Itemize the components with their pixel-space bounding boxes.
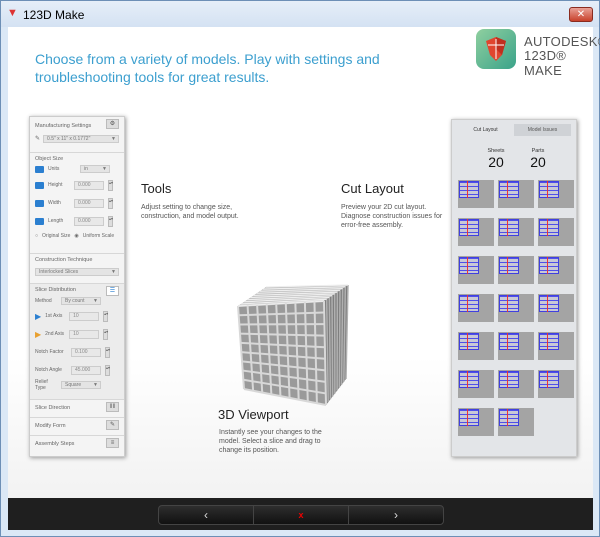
gear-icon[interactable]: ⚙ bbox=[106, 119, 119, 129]
cut-sheet-thumbnail[interactable] bbox=[458, 256, 494, 284]
cut-layout-panel-preview: Cut Layout Model Issues Sheets 20 Parts 20 bbox=[451, 119, 577, 457]
settings-panel-preview: Manufacturing Settings ⚙ ✎ 0.5" x 11" x 0… bbox=[29, 116, 125, 457]
technique-dropdown[interactable]: Interlocked Slices bbox=[35, 268, 119, 276]
units-label: Units bbox=[48, 166, 60, 172]
construction-technique-label: Construction Technique bbox=[35, 257, 93, 263]
viewport-description: Instantly see your changes to the model.… bbox=[219, 429, 322, 454]
length-icon bbox=[35, 217, 44, 225]
method-label: Method bbox=[35, 298, 52, 304]
length-input[interactable]: 0.000 bbox=[74, 216, 104, 226]
length-spinner[interactable]: ▴▾ bbox=[108, 215, 113, 227]
original-size-radio[interactable]: ○ bbox=[35, 233, 38, 239]
slice-direction-icon[interactable]: ‖‖ bbox=[106, 402, 119, 412]
units-dropdown[interactable]: in bbox=[80, 165, 110, 173]
next-button[interactable]: › bbox=[349, 506, 443, 524]
original-size-label: Original Size bbox=[42, 233, 71, 239]
pencil-icon[interactable]: ✎ bbox=[35, 135, 40, 143]
headline: Choose from a variety of models. Play wi… bbox=[35, 51, 380, 85]
cut-sheet-thumbnail[interactable] bbox=[458, 408, 494, 436]
notch-factor-label: Notch Factor bbox=[35, 349, 64, 355]
previous-button[interactable]: ‹ bbox=[159, 506, 254, 524]
app-logo bbox=[476, 29, 516, 69]
notch-factor-spinner[interactable]: ▴▾ bbox=[105, 346, 110, 358]
cut-layout-description: Preview your 2D cut layout. Diagnose con… bbox=[341, 204, 443, 229]
width-input[interactable]: 0.000 bbox=[74, 198, 104, 208]
brand-autodesk: AUTODESK® bbox=[524, 34, 600, 49]
modify-form-icon[interactable]: ✎ bbox=[106, 420, 119, 430]
method-dropdown[interactable]: By count bbox=[61, 297, 101, 305]
parts-count: 20 bbox=[530, 154, 546, 170]
cut-sheet-thumbnail[interactable] bbox=[538, 180, 574, 208]
app-window: ▼ 123D Make ✕ Choose from a variety of m… bbox=[0, 0, 600, 537]
sheet-size-dropdown[interactable]: 0.5" x 11" x 0.1772" bbox=[43, 135, 119, 143]
length-label: Length bbox=[48, 218, 64, 224]
cube-slice[interactable] bbox=[338, 290, 341, 388]
cut-sheet-thumbnail[interactable] bbox=[538, 218, 574, 246]
units-icon bbox=[35, 165, 44, 173]
welcome-content: Choose from a variety of models. Play wi… bbox=[8, 27, 600, 498]
cut-sheet-thumbnail[interactable] bbox=[538, 332, 574, 360]
cut-sheet-thumbnail[interactable] bbox=[498, 332, 534, 360]
cut-sheet-thumbnail[interactable] bbox=[498, 180, 534, 208]
cut-sheet-thumbnail[interactable] bbox=[498, 218, 534, 246]
relief-type-label: Relief Type bbox=[35, 379, 48, 391]
tab-model-issues[interactable]: Model Issues bbox=[514, 124, 571, 136]
sheets-count: 20 bbox=[488, 154, 504, 170]
axis1-flag-icon: ▶ bbox=[35, 311, 42, 321]
uniform-scale-radio[interactable]: ◉ bbox=[74, 233, 78, 239]
cut-sheet-thumbnail[interactable] bbox=[538, 256, 574, 284]
brand-123d-make: 123D® MAKE bbox=[524, 48, 567, 78]
height-input[interactable]: 0.000 bbox=[74, 180, 104, 190]
notch-factor-input[interactable]: 0.100 bbox=[71, 347, 101, 357]
uniform-scale-label: Uniform Scale bbox=[82, 233, 115, 239]
cube-model-preview bbox=[237, 284, 349, 406]
cut-sheet-thumbnail[interactable] bbox=[498, 256, 534, 284]
assembly-steps-icon[interactable]: ≡ bbox=[106, 438, 119, 448]
bottom-nav-bar: ‹ x › bbox=[8, 498, 593, 530]
cut-sheet-thumbnail[interactable] bbox=[538, 370, 574, 398]
tools-description: Adjust setting to change size, construct… bbox=[141, 204, 239, 220]
cut-sheet-thumbnail[interactable] bbox=[458, 218, 494, 246]
close-tour-button[interactable]: x bbox=[254, 506, 349, 524]
height-icon bbox=[35, 181, 44, 189]
height-spinner[interactable]: ▴▾ bbox=[108, 179, 113, 191]
width-label: Width bbox=[48, 200, 61, 206]
slice-distribution-icon[interactable]: ☰ bbox=[106, 286, 119, 296]
cut-sheet-thumbnail[interactable] bbox=[498, 294, 534, 322]
tab-cut-layout[interactable]: Cut Layout bbox=[457, 124, 514, 136]
height-label: Height bbox=[48, 182, 63, 188]
axis2-input[interactable]: 10 bbox=[69, 329, 100, 339]
axis1-spinner[interactable]: ▴▾ bbox=[103, 310, 108, 322]
cut-sheet-thumbnail[interactable] bbox=[458, 180, 494, 208]
relief-type-dropdown[interactable]: Square bbox=[61, 381, 101, 389]
axis2-spinner[interactable]: ▴▾ bbox=[103, 328, 108, 340]
app-icon: ▼ bbox=[7, 7, 18, 19]
notch-angle-spinner[interactable]: ▴▾ bbox=[105, 364, 110, 376]
cut-sheet-thumbnail[interactable] bbox=[458, 370, 494, 398]
cut-sheet-thumbnail[interactable] bbox=[458, 332, 494, 360]
close-window-button[interactable]: ✕ bbox=[569, 7, 593, 22]
notch-angle-label: Notch Angle bbox=[35, 367, 62, 373]
notch-angle-input[interactable]: 45.000 bbox=[71, 365, 101, 375]
axis2-label: 2nd Axis bbox=[45, 331, 65, 337]
cut-layout-title: Cut Layout bbox=[341, 181, 404, 196]
window-title: 123D Make bbox=[23, 8, 85, 22]
width-icon bbox=[35, 199, 44, 207]
cut-sheet-thumbnail[interactable] bbox=[538, 294, 574, 322]
tools-title: Tools bbox=[141, 181, 172, 196]
width-spinner[interactable]: ▴▾ bbox=[108, 197, 113, 209]
axis1-input[interactable]: 10 bbox=[69, 311, 100, 321]
axis2-flag-icon: ▶ bbox=[35, 329, 42, 339]
cut-sheet-thumbnail[interactable] bbox=[498, 370, 534, 398]
title-bar: ▼ 123D Make ✕ bbox=[1, 1, 599, 27]
cut-sheet-thumbnail[interactable] bbox=[458, 294, 494, 322]
cube-slice[interactable] bbox=[331, 295, 334, 397]
cut-sheet-thumbnail[interactable] bbox=[498, 408, 534, 436]
axis1-label: 1st Axis bbox=[45, 313, 63, 319]
